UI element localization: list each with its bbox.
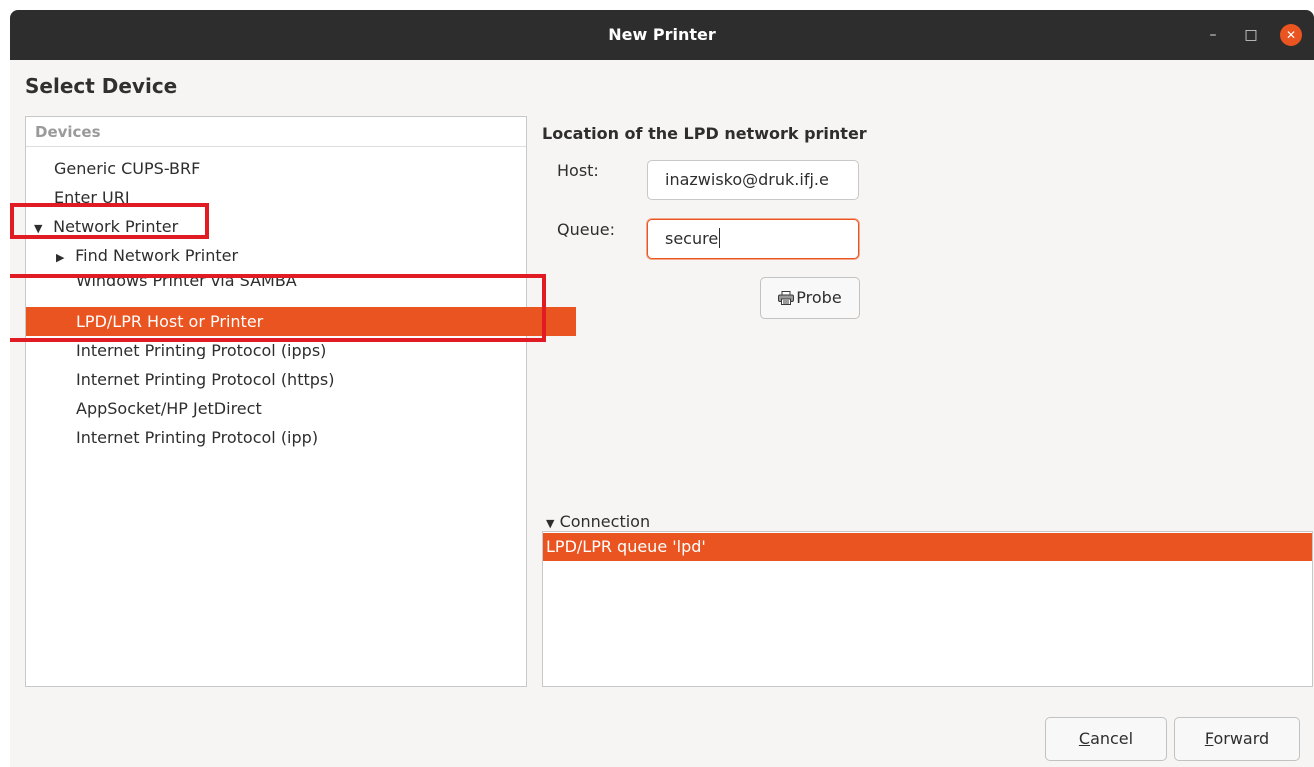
devices-list[interactable]: Devices Generic CUPS-BRF Enter URI ▼ Net…: [25, 116, 576, 687]
forward-button-label: orward: [1213, 729, 1270, 748]
connection-expander-label: Connection: [559, 512, 651, 531]
device-item-https[interactable]: Internet Printing Protocol (https): [26, 365, 576, 394]
connection-item[interactable]: LPD/LPR queue 'lpd': [543, 533, 1312, 561]
device-item-label: Generic CUPS-BRF: [54, 159, 201, 178]
host-input[interactable]: inazwisko@druk.ifj.e: [647, 160, 859, 200]
page-title: Select Device: [25, 74, 178, 98]
expander-down-icon: ▼: [546, 517, 555, 530]
text-cursor: [719, 228, 721, 248]
device-item-appsocket[interactable]: AppSocket/HP JetDirect: [26, 394, 576, 423]
queue-input[interactable]: secure: [647, 219, 859, 259]
device-item-label: AppSocket/HP JetDirect: [76, 399, 262, 418]
device-item-ipps[interactable]: Internet Printing Protocol (ipps): [26, 343, 576, 359]
title-bar[interactable]: New Printer – □ ✕: [10, 10, 1314, 60]
probe-button[interactable]: Probe: [760, 277, 860, 319]
close-button[interactable]: ✕: [1280, 24, 1302, 46]
probe-button-label: Probe: [796, 288, 842, 307]
expander-right-icon[interactable]: ▶: [56, 243, 70, 272]
connection-expander[interactable]: ▼ Connection: [546, 512, 650, 531]
annotation-box-network-printer: [10, 203, 209, 239]
connection-list[interactable]: LPD/LPR queue 'lpd': [542, 531, 1313, 687]
devices-column-header[interactable]: Devices: [26, 117, 526, 147]
cancel-button[interactable]: Cancel: [1045, 717, 1167, 761]
window-title: New Printer: [608, 25, 716, 44]
device-item-label: Find Network Printer: [75, 246, 239, 265]
queue-input-value: secure: [665, 229, 719, 248]
annotation-box-lpd-lpr: [10, 274, 546, 342]
device-item-label: Internet Printing Protocol (ipps): [76, 343, 327, 359]
queue-label: Queue:: [557, 220, 615, 239]
forward-button[interactable]: Forward: [1174, 717, 1300, 761]
host-input-value: inazwisko@druk.ifj.e: [665, 170, 829, 189]
lpd-location-title: Location of the LPD network printer: [542, 124, 867, 143]
device-item-label: Internet Printing Protocol (ipp): [76, 428, 319, 447]
printer-icon: [778, 291, 795, 305]
host-label: Host:: [557, 161, 599, 180]
cancel-button-label: ancel: [1090, 729, 1134, 748]
device-item-find-network-printer[interactable]: ▶ Find Network Printer: [26, 241, 556, 270]
new-printer-window: New Printer – □ ✕ Select Device Devices …: [10, 10, 1314, 767]
maximize-button[interactable]: □: [1240, 24, 1262, 46]
device-item-label: Internet Printing Protocol (https): [76, 370, 335, 389]
minimize-button[interactable]: –: [1202, 24, 1224, 46]
device-item-generic-cups-brf[interactable]: Generic CUPS-BRF: [26, 154, 554, 183]
cancel-mnemonic: C: [1078, 729, 1091, 748]
device-item-ipp[interactable]: Internet Printing Protocol (ipp): [26, 423, 576, 452]
